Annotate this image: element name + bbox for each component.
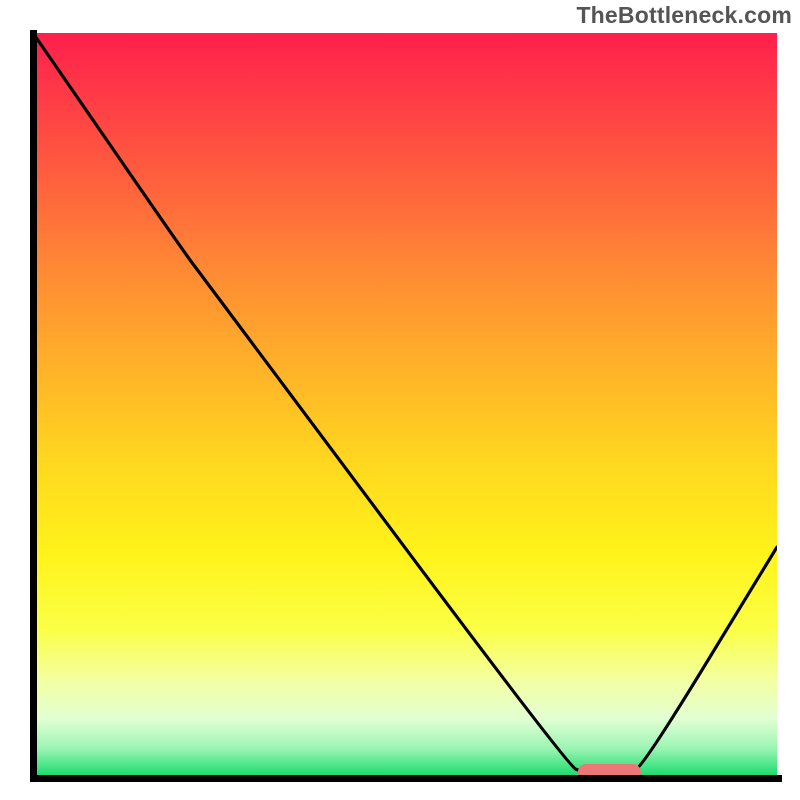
bottleneck-curve [33,33,777,778]
plot-area [33,33,777,778]
chart-container: TheBottleneck.com [0,0,800,800]
x-axis [30,775,782,782]
watermark-text: TheBottleneck.com [576,2,792,29]
y-axis [30,30,37,782]
